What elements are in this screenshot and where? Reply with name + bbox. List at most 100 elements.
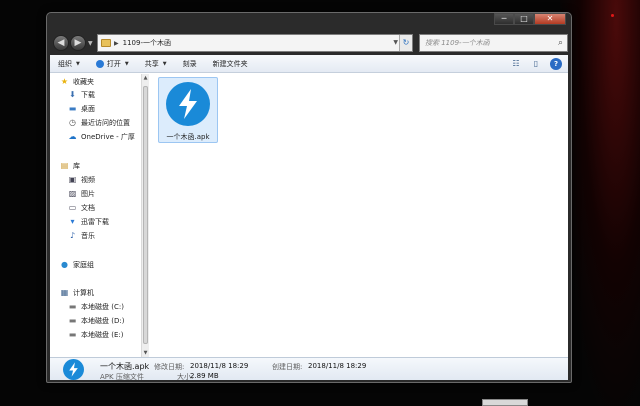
breadcrumb-separator-icon[interactable]: ▶ xyxy=(114,40,119,47)
sidebar-item-label: 桌面 xyxy=(81,104,95,113)
drive-icon: ▬ xyxy=(68,330,77,339)
sidebar-item-thunder-downloads[interactable]: ▾ 迅雷下载 xyxy=(68,216,109,227)
size-value: 2.89 MB xyxy=(190,372,219,380)
picture-icon: ▨ xyxy=(68,189,77,198)
created-value: 2018/11/8 18:29 xyxy=(308,362,367,370)
sidebar-item-documents[interactable]: ▭ 文档 xyxy=(68,202,95,213)
folder-icon xyxy=(101,39,111,47)
search-icon[interactable]: ⌕ xyxy=(558,35,563,51)
burn-button[interactable]: 刻录 xyxy=(183,59,197,69)
sidebar-item-downloads[interactable]: ⬇ 下载 xyxy=(68,89,95,100)
view-options-icon[interactable]: ☷ xyxy=(510,58,522,70)
sidebar-item-desktop[interactable]: ▬ 桌面 xyxy=(68,103,95,114)
sidebar-group-label: 计算机 xyxy=(73,288,94,297)
chevron-down-icon: ▼ xyxy=(162,60,167,67)
navigation-pane: ★ 收藏夹 ⬇ 下载 ▬ 桌面 ◷ 最近访问的位置 ☁ OneDrive - 广… xyxy=(50,74,141,357)
computer-icon: ▦ xyxy=(60,288,69,297)
organize-label: 组织 xyxy=(58,59,72,68)
navigation-scrollbar[interactable]: ▲ ▼ xyxy=(141,74,149,357)
cloud-icon: ☁ xyxy=(68,132,77,141)
refresh-icon[interactable]: ↻ xyxy=(399,35,412,51)
sidebar-item-label: 文档 xyxy=(81,203,95,212)
chevron-down-icon: ▼ xyxy=(76,60,80,67)
sidebar-item-label: 本地磁盘 (C:) xyxy=(81,302,124,311)
sidebar-item-label: 本地磁盘 (E:) xyxy=(81,330,124,339)
explorer-body: 组织 ▼ 打开 ▼ 共享 ▼ 刻录 新建文件夹 ☷ ▯ ? ★ 收藏夹 ⬇ 下载… xyxy=(50,55,568,380)
sidebar-item-recent-places[interactable]: ◷ 最近访问的位置 xyxy=(68,117,130,128)
file-name: 一个木函.apk xyxy=(166,133,210,141)
document-icon: ▭ xyxy=(68,203,77,212)
share-label: 共享 xyxy=(144,59,159,68)
search-placeholder: 搜索 1109-一个木函 xyxy=(425,39,490,47)
scroll-up-icon[interactable]: ▲ xyxy=(142,74,149,82)
sidebar-item-videos[interactable]: ▣ 视频 xyxy=(68,174,95,185)
sidebar-group-favorites[interactable]: ★ 收藏夹 xyxy=(60,76,94,87)
details-file-type: APK 压缩文件 xyxy=(100,373,144,380)
open-label: 打开 xyxy=(106,59,121,68)
preview-pane-icon[interactable]: ▯ xyxy=(530,58,542,70)
organize-menu[interactable]: 组织 ▼ xyxy=(58,59,80,69)
music-icon: ♪ xyxy=(69,231,76,240)
sidebar-item-label: 最近访问的位置 xyxy=(81,118,130,127)
modified-value: 2018/11/8 18:29 xyxy=(190,362,249,370)
sidebar-item-label: 音乐 xyxy=(81,231,95,240)
library-icon: ▤ xyxy=(60,161,69,170)
open-with-icon xyxy=(95,59,104,68)
sidebar-group-libraries[interactable]: ▤ 库 xyxy=(60,160,80,171)
maximize-button[interactable]: □ xyxy=(514,13,534,25)
file-item[interactable]: 一个木函.apk xyxy=(158,77,218,143)
scroll-down-icon[interactable]: ▼ xyxy=(142,349,149,357)
command-bar: 组织 ▼ 打开 ▼ 共享 ▼ 刻录 新建文件夹 ☷ ▯ ? xyxy=(50,55,568,73)
download-icon: ⬇ xyxy=(69,90,76,99)
back-button[interactable]: ◀ xyxy=(53,35,69,51)
new-folder-button[interactable]: 新建文件夹 xyxy=(213,59,248,69)
address-bar[interactable]: ▶ 1109-一个木函 ▼ ↻ xyxy=(97,34,413,52)
sidebar-group-label: 家庭组 xyxy=(73,260,94,269)
sidebar-item-music[interactable]: ♪ 音乐 xyxy=(68,230,95,241)
minimize-button[interactable]: ─ xyxy=(494,13,514,25)
modified-label: 修改日期: xyxy=(154,363,185,371)
recent-pages-dropdown-icon[interactable]: ▼ xyxy=(88,40,93,47)
address-dropdown-icon[interactable]: ▼ xyxy=(393,39,398,46)
sidebar-group-label: 库 xyxy=(73,161,80,170)
sidebar-item-drive-e[interactable]: ▬ 本地磁盘 (E:) xyxy=(68,329,124,340)
taskbar-thumbnail[interactable] xyxy=(482,399,528,406)
scrollbar-thumb[interactable] xyxy=(143,86,148,344)
created-label: 创建日期: xyxy=(272,363,303,371)
sidebar-item-drive-d[interactable]: ▬ 本地磁盘 (D:) xyxy=(68,315,125,326)
sidebar-item-label: 迅雷下载 xyxy=(81,217,109,226)
sidebar-item-label: 本地磁盘 (D:) xyxy=(81,316,125,325)
homegroup-icon: ● xyxy=(61,260,68,269)
forward-button[interactable]: ▶ xyxy=(70,35,86,51)
sidebar-group-homegroup[interactable]: ● 家庭组 xyxy=(60,259,94,270)
details-file-name: 一个木函.apk xyxy=(100,362,150,371)
help-icon[interactable]: ? xyxy=(550,58,562,70)
drive-icon: ▬ xyxy=(68,316,77,325)
desktop-icon: ▬ xyxy=(68,104,77,113)
sidebar-item-pictures[interactable]: ▨ 图片 xyxy=(68,188,95,199)
share-menu[interactable]: 共享 ▼ xyxy=(145,59,167,69)
lightning-icon xyxy=(63,359,84,380)
desktop-background xyxy=(560,0,640,406)
desktop-red-dot xyxy=(611,14,614,17)
sidebar-group-label: 收藏夹 xyxy=(73,77,94,86)
search-input[interactable]: 搜索 1109-一个木函 ⌕ xyxy=(419,34,568,52)
recent-places-icon: ◷ xyxy=(69,118,76,127)
caption-buttons: ─ □ ✕ xyxy=(494,13,566,25)
sidebar-item-label: 视频 xyxy=(81,175,95,184)
lightning-icon xyxy=(166,82,210,126)
sidebar-item-label: 下载 xyxy=(81,90,95,99)
open-button[interactable]: 打开 ▼ xyxy=(95,59,129,69)
sidebar-item-drive-c[interactable]: ▬ 本地磁盘 (C:) xyxy=(68,301,124,312)
sidebar-item-label: 图片 xyxy=(81,189,95,198)
close-button[interactable]: ✕ xyxy=(534,13,566,25)
thunder-download-icon: ▾ xyxy=(70,217,75,226)
sidebar-item-label: OneDrive - 广厚 xyxy=(81,132,135,141)
details-pane: 一个木函.apk APK 压缩文件 修改日期: 2018/11/8 18:29 … xyxy=(50,357,568,380)
sidebar-item-onedrive[interactable]: ☁ OneDrive - 广厚 xyxy=(68,131,135,142)
explorer-window: ─ □ ✕ ◀ ▶ ▼ ▶ 1109-一个木函 ▼ ↻ 搜索 1109-一个木函… xyxy=(46,12,572,383)
toolbar-right: ☷ ▯ ? xyxy=(502,58,562,70)
sidebar-group-computer[interactable]: ▦ 计算机 xyxy=(60,287,94,298)
breadcrumb-current-folder[interactable]: 1109-一个木函 xyxy=(123,38,171,48)
star-icon: ★ xyxy=(60,77,69,86)
